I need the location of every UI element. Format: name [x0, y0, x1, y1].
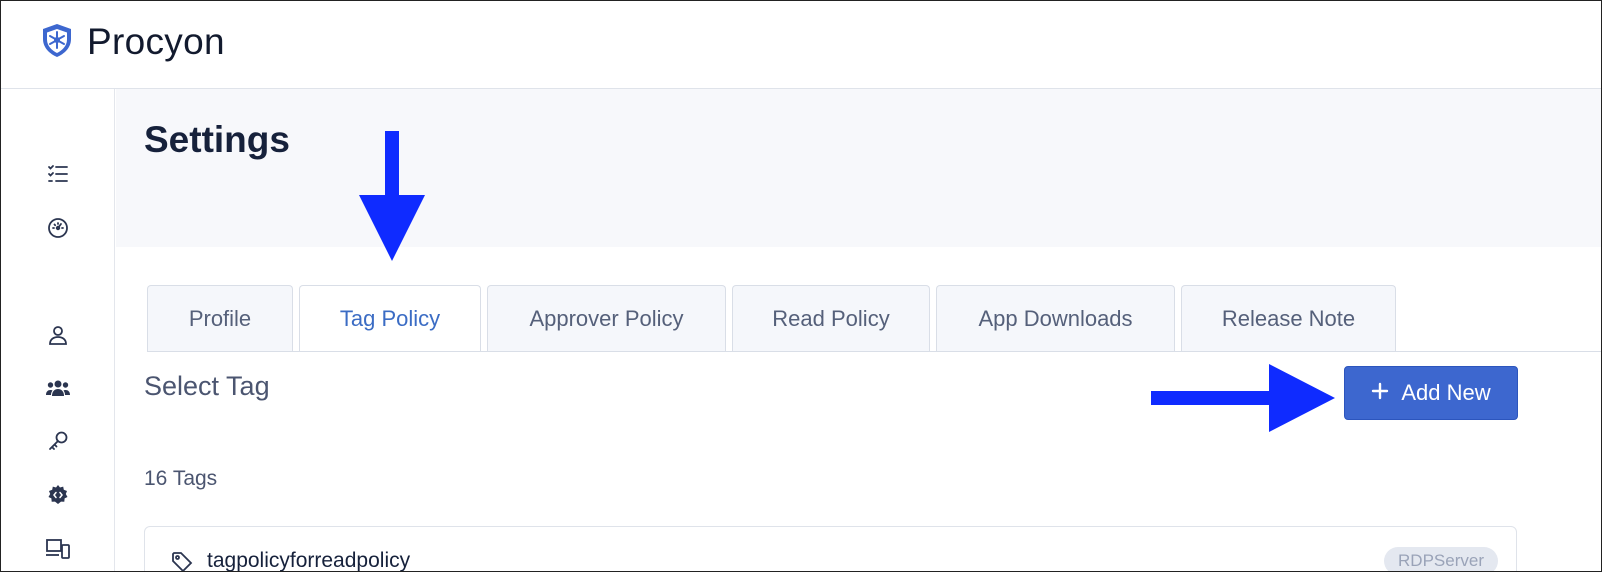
sidebar-item-settings[interactable]: [46, 483, 70, 512]
sidebar-item-profile[interactable]: [46, 325, 70, 349]
settings-code-icon: [46, 483, 70, 512]
user-icon: [46, 323, 70, 352]
brand[interactable]: Procyon: [39, 21, 225, 63]
add-new-label: Add New: [1401, 380, 1491, 405]
tab-tag-policy[interactable]: Tag Policy: [299, 285, 481, 352]
dashboard-gauge-icon: [46, 216, 70, 245]
top-bar: Procyon: [1, 1, 1601, 89]
tags-count: 16 Tags: [144, 467, 218, 490]
checklist-icon: [46, 162, 70, 191]
tab-release-note[interactable]: Release Note: [1181, 285, 1396, 351]
tag-name: tagpolicyforreadpolicy: [207, 549, 411, 572]
devices-icon: [45, 537, 71, 566]
app-name: Procyon: [87, 21, 225, 62]
tab-read-policy[interactable]: Read Policy: [732, 285, 930, 351]
page-title: Settings: [144, 119, 290, 160]
users-group-icon: [45, 376, 71, 405]
tab-app-downloads[interactable]: App Downloads: [936, 285, 1175, 351]
sidebar-item-access-keys[interactable]: [46, 431, 70, 455]
section-title: Select Tag: [144, 371, 270, 401]
sidebar: [1, 89, 115, 571]
settings-tabs: Profile Tag Policy Approver Policy Read …: [147, 285, 1396, 352]
sidebar-item-groups[interactable]: [46, 378, 70, 402]
sidebar-item-dashboard[interactable]: [46, 216, 70, 245]
plus-icon: [1371, 380, 1389, 406]
app-window: Procyon Settings Profile Tag Policy Appr…: [0, 0, 1602, 572]
tag-list-item[interactable]: tagpolicyforreadpolicy RDPServer: [144, 526, 1517, 572]
sidebar-item-tasks[interactable]: [46, 164, 70, 188]
procyon-logo-icon: [39, 22, 75, 63]
page-header: Settings: [116, 89, 1601, 247]
main-content: Settings Profile Tag Policy Approver Pol…: [116, 89, 1601, 572]
add-new-button[interactable]: Add New: [1344, 366, 1518, 420]
tabs-divider: [147, 351, 1601, 352]
tag-badge: RDPServer: [1384, 547, 1498, 571]
tab-profile[interactable]: Profile: [147, 285, 293, 351]
key-icon: [46, 429, 70, 458]
sidebar-item-devices[interactable]: [45, 537, 71, 566]
tab-approver-policy[interactable]: Approver Policy: [487, 285, 726, 351]
tag-icon: [171, 551, 193, 571]
